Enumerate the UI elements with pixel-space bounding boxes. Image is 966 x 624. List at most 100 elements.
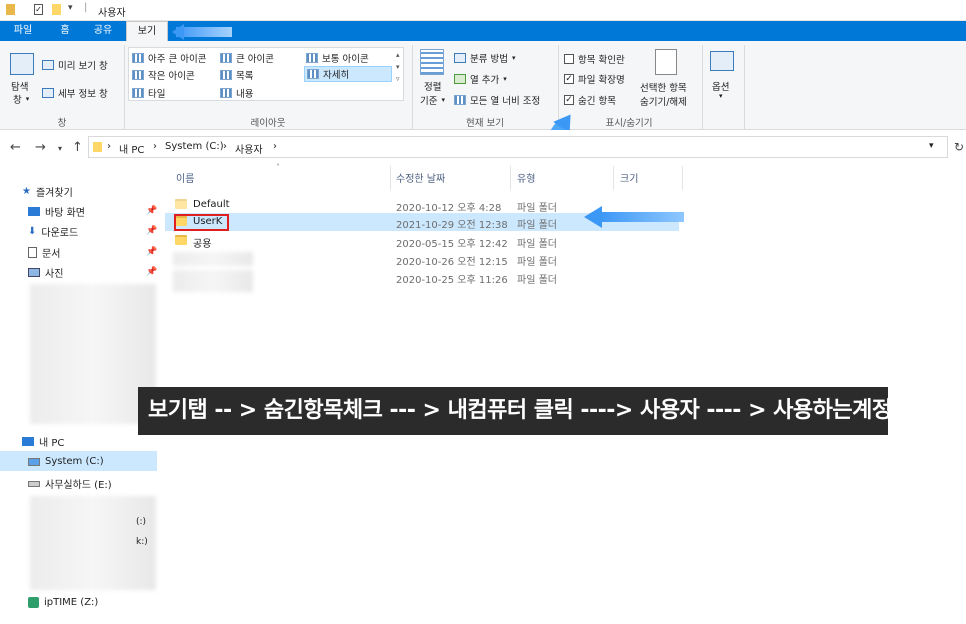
table-row[interactable]: 공용 2020-05-15 오후 12:42 파일 폴더 xyxy=(165,232,679,250)
file-date: 2020-05-15 오후 12:42 xyxy=(396,239,508,250)
file-extensions-label: 파일 확장명 xyxy=(578,75,625,86)
sidebar-item-drive-partial[interactable]: k:) xyxy=(136,537,148,547)
breadcrumb-users[interactable]: 사용자 xyxy=(235,141,263,156)
address-box[interactable]: › 내 PC › System (C:) › 사용자 › ▾ xyxy=(88,136,948,158)
layout-small-icons[interactable]: 작은 아이콘 xyxy=(132,68,195,82)
properties-icon[interactable]: ✓ xyxy=(34,4,43,15)
gallery-scroll-icon[interactable]: ▴ ▾ ▿ xyxy=(396,49,400,85)
column-divider[interactable] xyxy=(510,166,511,190)
tab-file[interactable]: 파일 xyxy=(4,21,42,41)
layout-content[interactable]: 내용 xyxy=(220,86,253,100)
tab-view[interactable]: 보기 xyxy=(126,21,168,41)
file-extensions-checkbox[interactable]: ✓ xyxy=(564,74,574,84)
layout-details[interactable]: 자세히 xyxy=(304,66,392,82)
chevron-down-icon: ▾ xyxy=(25,95,30,103)
group-by-button[interactable]: 분류 방법 ▾ xyxy=(454,51,516,65)
fit-columns-label: 모든 열 너비 조정 xyxy=(470,96,541,107)
annotation-arrow xyxy=(176,27,232,37)
nav-pane-icon[interactable] xyxy=(10,53,34,75)
up-icon[interactable]: ↑ xyxy=(72,140,83,155)
pin-icon[interactable]: 📌 xyxy=(146,226,157,236)
layout-extra-large-icons[interactable]: 아주 큰 아이콘 xyxy=(132,51,206,65)
sidebar-item-drive-partial[interactable]: (:) xyxy=(136,517,146,527)
file-date: 2020-10-25 오후 11:26 xyxy=(396,275,508,286)
sort-by-icon[interactable] xyxy=(420,49,444,75)
layout-large-icons[interactable]: 큰 아이콘 xyxy=(220,51,274,65)
sidebar-item-this-pc[interactable]: 내 PC xyxy=(22,434,64,449)
layout-list[interactable]: 목록 xyxy=(220,68,253,82)
desktop-icon xyxy=(28,207,40,216)
item-checkboxes-toggle[interactable]: 항목 확인란 xyxy=(564,52,625,66)
hide-selected-icon[interactable] xyxy=(655,49,677,75)
hidden-items-toggle[interactable]: ✓ 숨긴 항목 xyxy=(564,93,616,107)
item-checkboxes-checkbox[interactable] xyxy=(564,54,574,64)
pin-icon[interactable]: 📌 xyxy=(146,247,157,257)
column-header-size[interactable]: 크기 xyxy=(620,170,638,192)
list-icon xyxy=(220,70,232,80)
blurred-region xyxy=(173,252,253,266)
ribbon: 탐색 창 ▾ 미리 보기 창 세부 정보 창 창 아주 큰 아이콘 큰 아이콘 보… xyxy=(0,41,966,150)
sidebar-item-iptime[interactable]: ipTIME (Z:) xyxy=(28,597,98,608)
file-date: 2020-10-12 오후 4:28 xyxy=(396,203,502,214)
breadcrumb-this-pc[interactable]: 내 PC xyxy=(119,141,144,156)
options-label[interactable]: 옵션 xyxy=(712,79,729,93)
tab-share[interactable]: 공유 xyxy=(86,21,120,41)
folder-icon xyxy=(175,235,187,245)
hidden-items-checkbox[interactable]: ✓ xyxy=(564,95,574,105)
sidebar-item-documents[interactable]: 문서 xyxy=(28,245,60,260)
sidebar-item-quick-access[interactable]: ★ 즐겨찾기 xyxy=(22,184,73,199)
column-header-modified[interactable]: 수정한 날짜 xyxy=(396,170,445,192)
layout-content-label: 내용 xyxy=(236,89,254,100)
forward-icon[interactable]: → xyxy=(35,140,46,155)
file-extensions-toggle[interactable]: ✓ 파일 확장명 xyxy=(564,72,625,86)
column-header-type[interactable]: 유형 xyxy=(517,170,535,192)
hide-selected-label[interactable]: 선택한 항목 xyxy=(640,80,687,94)
layout-tiles[interactable]: 타일 xyxy=(132,86,165,100)
sidebar-item-downloads[interactable]: ⬇ 다운로드 xyxy=(28,224,78,239)
column-divider[interactable] xyxy=(613,166,614,190)
file-name: 공용 xyxy=(193,239,212,250)
add-column-button[interactable]: 열 추가 ▾ xyxy=(454,72,507,86)
table-row[interactable]: 2020-10-25 오후 11:26 파일 폴더 xyxy=(165,268,679,292)
breadcrumb-system-c[interactable]: System (C:) xyxy=(165,141,224,152)
sort-by-label-2[interactable]: 기준 ▾ xyxy=(420,93,445,107)
group-by-label: 분류 방법 xyxy=(470,54,508,65)
layout-medium-icons[interactable]: 보통 아이콘 xyxy=(306,51,369,65)
table-row[interactable]: 2020-10-26 오전 12:15 파일 폴더 xyxy=(165,250,679,268)
sidebar-item-label: 즐겨찾기 xyxy=(35,188,73,199)
column-divider[interactable] xyxy=(390,166,391,190)
preview-pane-button[interactable]: 미리 보기 창 xyxy=(42,58,108,72)
sidebar-item-office-drive[interactable]: 사무실하드 (E:) xyxy=(28,476,112,491)
details-icon xyxy=(307,69,319,79)
address-dropdown-icon[interactable]: ▾ xyxy=(929,141,934,151)
layout-medium-label: 보통 아이콘 xyxy=(322,54,369,65)
nav-pane-label-2[interactable]: 창 ▾ xyxy=(13,92,29,106)
pictures-icon xyxy=(28,268,40,277)
computer-icon xyxy=(22,437,34,446)
sidebar-item-label: System (C:) xyxy=(45,456,104,467)
breadcrumb-separator: › xyxy=(273,141,277,152)
sidebar-item-desktop[interactable]: 바탕 화면 xyxy=(28,204,85,219)
file-type: 파일 폴더 xyxy=(517,203,557,214)
pin-icon[interactable]: 📌 xyxy=(146,267,157,277)
options-icon[interactable] xyxy=(710,51,734,71)
current-view-group-label: 현재 보기 xyxy=(466,118,504,129)
extra-large-icons-icon xyxy=(132,53,144,63)
nav-pane-label[interactable]: 탐색 xyxy=(11,79,28,93)
sidebar-item-system-c[interactable]: System (C:) xyxy=(28,456,104,467)
details-pane-button[interactable]: 세부 정보 창 xyxy=(42,86,108,100)
fit-columns-button[interactable]: 모든 열 너비 조정 xyxy=(454,93,540,107)
sort-by-label[interactable]: 정렬 xyxy=(424,79,441,93)
pin-icon[interactable]: 📌 xyxy=(146,206,157,216)
file-type: 파일 폴더 xyxy=(517,275,557,286)
hide-selected-label-2[interactable]: 숨기기/해제 xyxy=(640,94,687,108)
customize-toolbar-icon[interactable]: ▾ xyxy=(68,3,73,13)
back-icon[interactable]: ← xyxy=(10,140,21,155)
column-divider[interactable] xyxy=(682,166,683,190)
refresh-icon[interactable]: ↻ xyxy=(954,140,964,154)
tab-home[interactable]: 홈 xyxy=(48,21,82,41)
recent-chevron-icon[interactable]: ▾ xyxy=(58,144,62,153)
column-header-name[interactable]: 이름 xyxy=(176,170,194,192)
sidebar-item-pictures[interactable]: 사진 xyxy=(28,265,63,280)
new-folder-icon[interactable] xyxy=(52,4,61,15)
